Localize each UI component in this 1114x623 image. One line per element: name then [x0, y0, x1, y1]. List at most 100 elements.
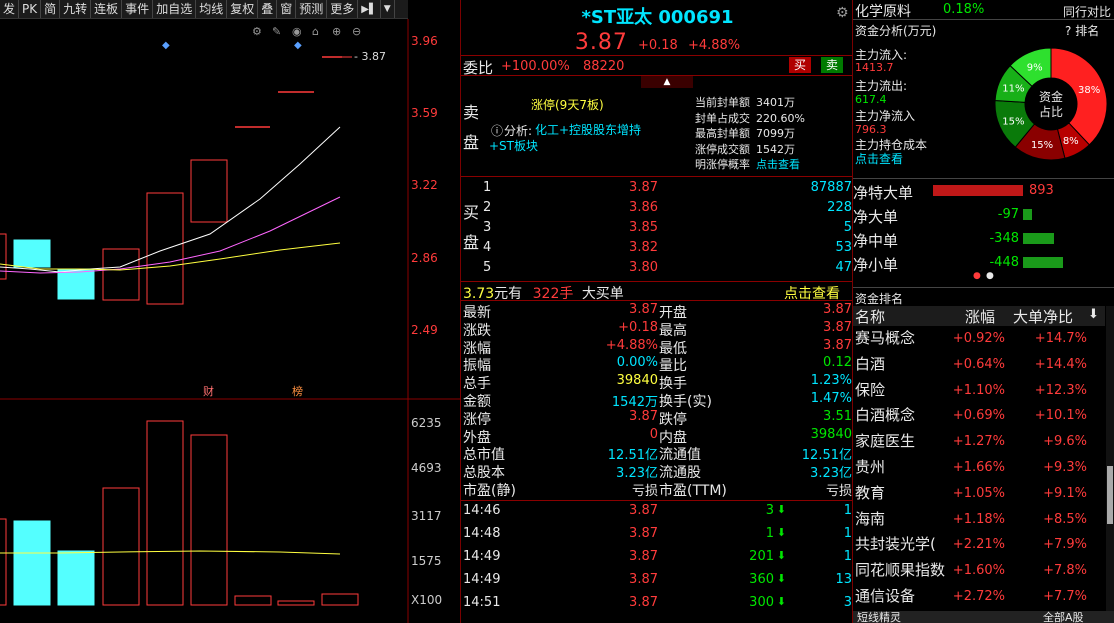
ranking-netratio: +7.8%: [1043, 563, 1087, 579]
toolbar-item-1[interactable]: PK: [19, 0, 42, 18]
stat-value: 3.87: [823, 319, 852, 335]
seal-info-value: 7099万: [756, 127, 795, 140]
draw-icon[interactable]: ✎: [272, 25, 281, 38]
bid-row[interactable]: 1 3.87 87887: [461, 180, 854, 198]
outflow-label: 主力流出:: [855, 79, 908, 93]
footer-right[interactable]: 全部A股: [1043, 609, 1084, 623]
expand-arrow-icon[interactable]: ▶▌: [358, 0, 381, 18]
ranking-row[interactable]: 白酒 +0.64% +14.4%: [853, 352, 1105, 377]
col-netratio[interactable]: 大单净比: [1013, 306, 1073, 327]
bid-price: 3.87: [629, 180, 658, 195]
ranking-name: 保险: [855, 380, 886, 399]
netflow-list: 893 净特大单 -97 净大单 -348 净中单 -448 净小单: [853, 180, 1114, 275]
toolbar-item-11[interactable]: 预测: [296, 0, 328, 18]
volume-bar: [13, 520, 51, 606]
toolbar-item-9[interactable]: 叠: [258, 0, 278, 18]
sell-button[interactable]: 卖: [821, 57, 843, 73]
donut-label: 9%: [1027, 62, 1043, 73]
toolbar-item-7[interactable]: 均线: [196, 0, 228, 18]
ranking-title: 资金排名: [855, 292, 904, 306]
bid-row[interactable]: 4 3.82 53: [461, 240, 854, 258]
zoom-out-icon[interactable]: ⊖: [352, 25, 361, 38]
ranking-row[interactable]: 家庭医生 +1.27% +9.6%: [853, 429, 1105, 454]
candle: [102, 248, 140, 301]
ranking-row[interactable]: 教育 +1.05% +9.1%: [853, 481, 1105, 506]
toolbar-item-2[interactable]: 简: [41, 0, 61, 18]
ranking-row[interactable]: 共封装光学(+2.21% +7.9%: [853, 532, 1105, 557]
price-tick: 2.86: [411, 251, 438, 265]
lock-icon[interactable]: ⌂: [312, 25, 319, 38]
ranking-netratio: +7.7%: [1043, 589, 1087, 604]
analysis-text[interactable]: 化工+控股股东增持+ST板块: [489, 122, 659, 154]
toolbar-item-10[interactable]: 窗: [277, 0, 297, 18]
gear-icon[interactable]: ⚙: [836, 5, 849, 21]
col-name[interactable]: 名称: [855, 306, 885, 327]
seal-info-label: 封单占成交: [695, 111, 750, 125]
stat-value: 0.00%: [616, 355, 658, 371]
scrollbar[interactable]: [1106, 306, 1114, 612]
netflow-label: 净小单: [853, 256, 899, 274]
stat-value: 0.12: [823, 355, 852, 371]
sort-down-icon[interactable]: ⬇: [1088, 307, 1099, 322]
collapse-toggle[interactable]: ▲: [641, 76, 693, 88]
ranking-row[interactable]: 海南 +1.18% +8.5%: [853, 507, 1105, 532]
settings-icon[interactable]: ⚙: [252, 25, 262, 38]
toolbar-item-6[interactable]: 加自选: [153, 0, 197, 18]
seal-info-label: 最高封单额: [695, 127, 750, 140]
rank-link[interactable]: ? 排名: [1065, 22, 1099, 39]
toolbar-item-12[interactable]: 更多: [327, 0, 359, 18]
sector-name[interactable]: 化学原料: [855, 1, 911, 21]
dropdown-icon[interactable]: ▼: [381, 0, 395, 18]
buy-button[interactable]: 买: [789, 57, 811, 73]
stat-value: 0: [649, 426, 658, 442]
kline-chart[interactable]: ⚙ ✎ ◉ ⌂ ⊕ ⊖ 3.96 3.59 3.22 2.86 2.49 6235 4693 3117 15…: [0, 19, 460, 623]
netflow-bar: [1023, 233, 1055, 244]
event-mark: 财: [203, 384, 214, 398]
netflow-value: -97: [997, 207, 1019, 222]
ranking-row[interactable]: 贵州 +1.66% +9.3%: [853, 455, 1105, 480]
stats-row: 振幅 0.00% 量比 0.12: [461, 355, 854, 374]
tick-time: 14:51: [463, 595, 501, 610]
col-pct[interactable]: 涨幅: [965, 306, 995, 327]
ranking-row[interactable]: 同花顺果指数 +1.60% +7.8%: [853, 558, 1105, 583]
ranking-netratio: +8.5%: [1043, 511, 1087, 527]
ranking-pct: +1.60%: [952, 563, 1005, 579]
ranking-row[interactable]: 赛马概念 +0.92% +14.7%: [853, 326, 1105, 351]
zoom-in-icon[interactable]: ⊕: [332, 25, 341, 38]
peer-compare-link[interactable]: 同行对比: [1063, 3, 1111, 20]
page-dot[interactable]: ●: [986, 271, 994, 281]
seal-info-value: 1542万: [756, 142, 795, 156]
stat-value: 3.23亿: [616, 466, 658, 482]
tick-row: 14:49 3.87 201 ⬇ 1: [461, 549, 854, 567]
net-label: 主力净流入: [855, 109, 916, 123]
sector-pct: 0.18%: [943, 2, 985, 17]
page-dot-active[interactable]: ●: [973, 271, 981, 281]
toolbar-item-5[interactable]: 事件: [122, 0, 154, 18]
seal-info-value[interactable]: 点击查看: [756, 158, 800, 171]
stats-row: 总市值 12.51亿 流通值 12.51亿: [461, 444, 854, 463]
bid-price: 3.85: [629, 220, 658, 235]
ranking-pct: +1.18%: [952, 511, 1005, 527]
eye-icon[interactable]: ◉: [292, 25, 302, 38]
bid-row[interactable]: 2 3.86 228: [461, 200, 854, 218]
ranking-row[interactable]: 白酒概念 +0.69% +10.1%: [853, 403, 1105, 428]
bid-row[interactable]: 5 3.80 47: [461, 260, 854, 278]
ranking-row[interactable]: 通信设备 +2.72% +7.7%: [853, 584, 1105, 609]
ranking-row[interactable]: 保险 +1.10% +12.3%: [853, 378, 1105, 403]
footer-left[interactable]: 短线精灵: [857, 609, 901, 623]
netflow-label: 净特大单: [853, 184, 914, 202]
event-mark: 榜: [292, 384, 303, 398]
toolbar-item-4[interactable]: 连板: [91, 0, 123, 18]
toolbar-item-8[interactable]: 复权: [227, 0, 259, 18]
ranking-netratio: +14.7%: [1034, 331, 1087, 346]
tick-time: 14:46: [463, 503, 501, 518]
stats-row: 涨幅 +4.88% 最低 3.87: [461, 338, 854, 357]
toolbar-item-3[interactable]: 九转: [60, 0, 92, 18]
netflow-value: 893: [1029, 183, 1054, 198]
tick-volume: 201: [749, 549, 774, 564]
outflow-value: 617.4: [855, 93, 887, 106]
cost-link[interactable]: 点击查看: [855, 150, 903, 167]
toolbar-item-0[interactable]: 发: [0, 0, 20, 18]
bid-row[interactable]: 3 3.85 5: [461, 220, 854, 238]
seal-info-label: 涨停成交额: [695, 142, 750, 156]
